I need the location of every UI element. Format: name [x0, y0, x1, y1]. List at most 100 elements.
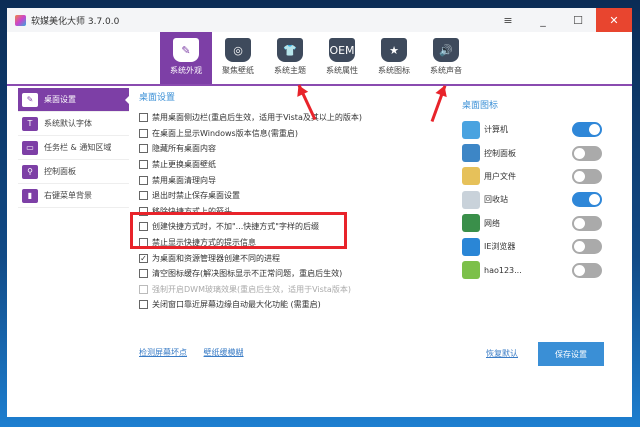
sidebar-item[interactable]: ▮ 右键菜单背景	[18, 184, 129, 208]
restore-default-link[interactable]: 恢复默认	[486, 348, 518, 359]
sidebar-item[interactable]: ✎ 桌面设置	[18, 88, 130, 112]
close-button[interactable]: ✕	[596, 8, 632, 32]
speaker-icon: 🔊	[433, 38, 459, 62]
desktop-icon-item: 计算机	[462, 118, 602, 141]
tab-wallpaper[interactable]: ◎ 聚焦壁纸	[212, 32, 264, 84]
desktop-icon-item: 回收站	[462, 188, 602, 211]
sidebar-icon: T	[22, 116, 38, 131]
option-label: 强制开启DWM玻璃效果(重启后生效，适用于Vista版本)	[152, 284, 351, 294]
desktop-icons-panel: 桌面图标 计算机控制面板用户文件回收站网络 IE浏览器 hao123...	[462, 98, 602, 282]
sidebar-item[interactable]: ⚲ 控制面板	[18, 160, 129, 184]
desktop-icon-item: hao123...	[462, 258, 602, 281]
maximize-button[interactable]: ☐	[561, 8, 595, 32]
tab-label: 系统主题	[274, 66, 306, 75]
sidebar: ✎ 桌面设置 T 系统默认字体 ▭ 任务栏 & 通知区域 ⚲ 控制面板 ▮ 右键菜单背景	[18, 88, 130, 208]
option-checkbox[interactable]: 退出时禁止保存桌面设置	[139, 188, 362, 204]
checkbox[interactable]	[139, 300, 148, 310]
sidebar-icon: ✎	[22, 92, 38, 107]
desktop-item-icon	[462, 261, 480, 280]
sidebar-item[interactable]: T 系统默认字体	[18, 112, 129, 136]
checkbox[interactable]: ✓	[139, 253, 148, 263]
links: 检测屏幕坏点 壁纸缓模糊	[139, 347, 258, 358]
tab-label: 系统属性	[326, 66, 358, 75]
desktop-item-icon	[462, 214, 480, 233]
option-label: 禁用桌面清理向导	[152, 175, 216, 185]
desktop-icon-label: 控制面板	[484, 148, 516, 158]
desktop-icon-label: 回收站	[484, 195, 508, 205]
toggle-switch[interactable]	[572, 239, 602, 255]
option-label: 隐藏所有桌面内容	[152, 144, 216, 154]
tab-speaker[interactable]: 🔊 系统声音	[420, 32, 472, 84]
app-title: 软媒美化大师 3.7.0.0	[31, 16, 120, 27]
toggle-switch[interactable]	[572, 145, 602, 161]
tab-label: 系统图标	[378, 66, 410, 75]
desktop-item-icon	[462, 120, 480, 139]
desktop-settings-panel: 桌面设置 禁用桌面侧边栏(重启后生效，适用于Vista及其以上的版本) 在桌面上显…	[139, 90, 362, 313]
option-label: 清空图标缓存(解决图标显示不正常问题，重启后生效)	[152, 269, 343, 279]
tab-label: 系统声音	[430, 66, 462, 75]
checkbox[interactable]	[139, 113, 148, 123]
checkbox[interactable]	[139, 144, 148, 154]
wallpaper-blur-link[interactable]: 壁纸缓模糊	[204, 348, 244, 357]
option-checkbox[interactable]: 禁用桌面清理向导	[139, 172, 362, 188]
checkbox[interactable]	[139, 269, 148, 279]
option-checkbox[interactable]: 关闭窗口靠近屏幕边缘自动最大化功能 (需重启)	[139, 297, 362, 313]
option-checkbox[interactable]: 清空图标缓存(解决图标显示不正常问题，重启后生效)	[139, 266, 362, 282]
checkbox[interactable]	[139, 128, 148, 138]
option-label: 在桌面上显示Windows版本信息(需重启)	[152, 128, 298, 138]
option-checkbox[interactable]: 强制开启DWM玻璃效果(重启后生效，适用于Vista版本)	[139, 282, 362, 298]
desktop-item-icon	[462, 144, 480, 163]
title-bar: 软媒美化大师 3.7.0.0 ≡ _ ☐ ✕	[7, 8, 632, 32]
tshirt-icon: 👕	[277, 38, 303, 62]
sidebar-item-label: 桌面设置	[44, 95, 76, 104]
option-label: 禁止更换桌面壁纸	[152, 160, 216, 170]
checkbox[interactable]	[139, 175, 148, 185]
main-toolbar: ✎ 系统外观 ◎ 聚焦壁纸 👕 系统主题 OEM 系统属性 ★ 系统图标 🔊 系统声音	[7, 32, 632, 86]
toggle-switch[interactable]	[572, 122, 602, 138]
checkbox[interactable]	[139, 160, 148, 170]
option-label: 关闭窗口靠近屏幕边缘自动最大化功能 (需重启)	[152, 300, 321, 310]
option-checkbox[interactable]: 禁止更换桌面壁纸	[139, 157, 362, 173]
sidebar-item-label: 任务栏 & 通知区域	[44, 143, 112, 152]
wallpaper-icon: ◎	[225, 38, 251, 62]
brush-icon: ✎	[173, 38, 199, 62]
star-icon: ★	[381, 38, 407, 62]
tab-label: 聚焦壁纸	[222, 66, 254, 75]
tab-tshirt[interactable]: 👕 系统主题	[264, 32, 316, 84]
tab-oem[interactable]: OEM 系统属性	[316, 32, 368, 84]
sidebar-item[interactable]: ▭ 任务栏 & 通知区域	[18, 136, 129, 160]
option-checkbox[interactable]: ✓ 为桌面和资源管理器创建不同的进程	[139, 250, 362, 266]
sidebar-icon: ⚲	[22, 164, 38, 179]
desktop-icon-label: 用户文件	[484, 171, 516, 181]
option-checkbox[interactable]: 在桌面上显示Windows版本信息(需重启)	[139, 126, 362, 142]
checkbox[interactable]	[139, 284, 148, 294]
option-label: 为桌面和资源管理器创建不同的进程	[152, 253, 280, 263]
option-label: 退出时禁止保存桌面设置	[152, 191, 240, 201]
toggle-switch[interactable]	[572, 262, 602, 278]
menu-button[interactable]: ≡	[491, 8, 525, 32]
sidebar-item-label: 右键菜单背景	[44, 191, 92, 200]
sidebar-item-label: 系统默认字体	[44, 119, 92, 128]
desktop-icon-item: IE浏览器	[462, 235, 602, 258]
save-settings-button[interactable]: 保存设置	[538, 342, 604, 366]
desktop-item-icon	[462, 190, 480, 209]
tab-brush[interactable]: ✎ 系统外观	[160, 32, 212, 84]
app-logo-icon	[15, 14, 26, 26]
desktop-icon-label: 计算机	[484, 125, 508, 135]
desktop-icon-label: hao123...	[484, 265, 522, 275]
desktop-item-icon	[462, 167, 480, 186]
toggle-switch[interactable]	[572, 168, 602, 184]
desktop-icon-label: 网络	[484, 218, 500, 228]
desktop-icon-item: 用户文件	[462, 165, 602, 188]
checkbox[interactable]	[139, 191, 148, 201]
option-checkbox[interactable]: 禁用桌面侧边栏(重启后生效，适用于Vista及其以上的版本)	[139, 110, 362, 126]
check-dead-pixels-link[interactable]: 检测屏幕坏点	[139, 348, 187, 357]
toggle-switch[interactable]	[572, 215, 602, 231]
desktop-icons-title: 桌面图标	[462, 101, 499, 111]
tab-star[interactable]: ★ 系统图标	[368, 32, 420, 84]
minimize-button[interactable]: _	[526, 8, 560, 32]
sidebar-icon: ▮	[22, 188, 38, 203]
option-checkbox[interactable]: 隐藏所有桌面内容	[139, 141, 362, 157]
toggle-switch[interactable]	[572, 192, 602, 208]
desktop-item-icon	[462, 237, 480, 256]
